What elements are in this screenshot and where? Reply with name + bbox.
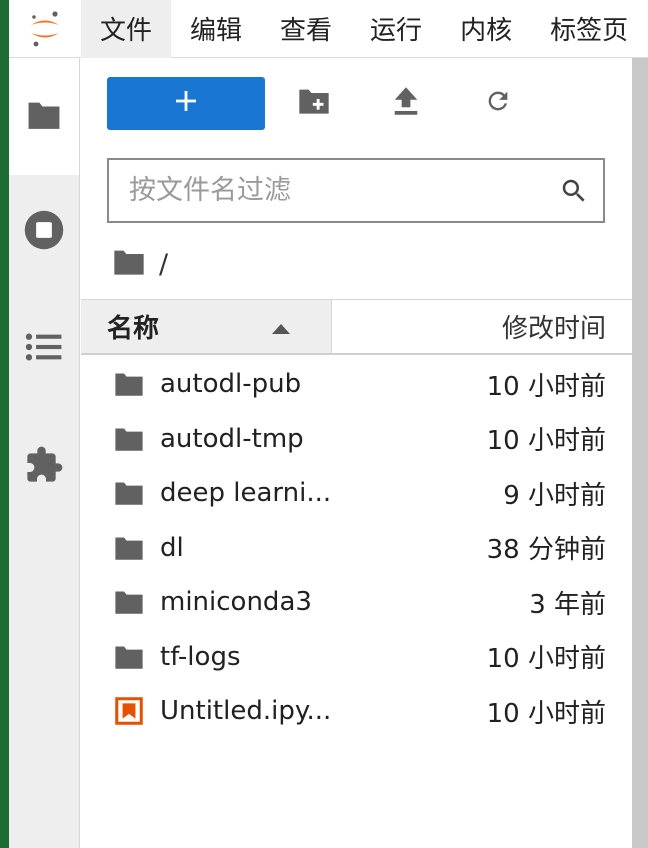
filter-input[interactable] bbox=[109, 160, 545, 221]
modified-column-header[interactable]: 修改时间 bbox=[332, 300, 632, 353]
table-row[interactable]: tf-logs 10 小时前 bbox=[81, 630, 632, 685]
file-name: autodl-pub bbox=[160, 369, 302, 400]
filter-box bbox=[107, 158, 605, 223]
menu-edit[interactable]: 编辑 bbox=[171, 0, 261, 58]
sidebar-extensions-button[interactable] bbox=[9, 438, 79, 496]
file-modified: 3 年前 bbox=[529, 589, 606, 620]
stop-circle-icon bbox=[23, 209, 65, 255]
folder-icon bbox=[113, 423, 145, 455]
jupyterlab-window: 文件 编辑 查看 运行 内核 标签页 按文件名过滤 / 名称 修改时间 auto… bbox=[0, 0, 648, 848]
puzzle-extension-icon bbox=[24, 445, 64, 489]
file-name: miniconda3 bbox=[160, 587, 312, 618]
refresh-button[interactable] bbox=[452, 77, 544, 130]
table-row[interactable]: autodl-pub 10 小时前 bbox=[81, 357, 632, 412]
file-browser-toolbar bbox=[107, 76, 544, 130]
file-browser-panel: / 名称 修改时间 autodl-pub 10 小时前 autodl-tmp bbox=[81, 58, 632, 848]
upload-icon bbox=[393, 86, 419, 120]
file-modified: 10 小时前 bbox=[486, 698, 606, 729]
menu-tabs[interactable]: 标签页 bbox=[531, 0, 647, 58]
folder-icon bbox=[113, 532, 145, 564]
name-column-header[interactable]: 名称 bbox=[81, 300, 332, 353]
table-row[interactable]: miniconda3 3 年前 bbox=[81, 575, 632, 630]
menu-run[interactable]: 运行 bbox=[351, 0, 441, 58]
file-name: Untitled.ipy... bbox=[160, 696, 332, 727]
file-list: autodl-pub 10 小时前 autodl-tmp 10 小时前 deep… bbox=[81, 357, 632, 739]
new-folder-icon bbox=[298, 87, 330, 119]
file-modified: 9 小时前 bbox=[503, 480, 606, 511]
new-folder-button[interactable] bbox=[268, 77, 360, 130]
window-edge bbox=[0, 0, 9, 848]
file-modified: 10 小时前 bbox=[486, 426, 606, 457]
refresh-icon bbox=[484, 87, 512, 119]
table-row[interactable]: dl 38 分钟前 bbox=[81, 521, 632, 576]
folder-icon bbox=[113, 641, 145, 673]
menubar: 文件 编辑 查看 运行 内核 标签页 bbox=[9, 0, 648, 58]
home-folder-icon[interactable] bbox=[113, 248, 145, 280]
panel-scrollbar[interactable] bbox=[632, 58, 648, 848]
left-activity-bar bbox=[9, 58, 80, 848]
notebook-icon bbox=[113, 695, 145, 727]
folder-icon bbox=[25, 98, 63, 136]
file-name: autodl-tmp bbox=[160, 423, 304, 454]
file-list-header: 名称 修改时间 bbox=[81, 299, 632, 355]
sort-ascending-icon bbox=[271, 312, 291, 342]
modified-column-label: 修改时间 bbox=[501, 314, 606, 344]
file-modified: 10 小时前 bbox=[486, 371, 606, 402]
table-row[interactable]: autodl-tmp 10 小时前 bbox=[81, 412, 632, 467]
upload-button[interactable] bbox=[360, 77, 452, 130]
menu-kernel[interactable]: 内核 bbox=[441, 0, 531, 58]
menu-view[interactable]: 查看 bbox=[261, 0, 351, 58]
menu-file[interactable]: 文件 bbox=[81, 0, 172, 58]
plus-icon bbox=[175, 90, 197, 116]
breadcrumb-path[interactable]: / bbox=[159, 249, 168, 280]
sidebar-file-browser-button[interactable] bbox=[9, 58, 79, 175]
search-icon bbox=[545, 160, 603, 221]
sidebar-toc-button[interactable] bbox=[9, 320, 79, 378]
table-row[interactable]: deep learni... 9 小时前 bbox=[81, 466, 632, 521]
table-row[interactable]: Untitled.ipy... 10 小时前 bbox=[81, 684, 632, 739]
name-column-label: 名称 bbox=[107, 314, 160, 344]
folder-icon bbox=[113, 368, 145, 400]
sidebar-running-button[interactable] bbox=[9, 203, 79, 261]
file-modified: 38 分钟前 bbox=[486, 535, 606, 566]
file-name: dl bbox=[160, 532, 184, 563]
file-name: deep learni... bbox=[160, 478, 332, 509]
file-modified: 10 小时前 bbox=[486, 644, 606, 675]
file-name: tf-logs bbox=[160, 641, 241, 672]
jupyter-logo-icon[interactable] bbox=[9, 0, 81, 58]
new-launcher-button[interactable] bbox=[107, 76, 265, 130]
folder-icon bbox=[113, 586, 145, 618]
folder-icon bbox=[113, 477, 145, 509]
list-icon bbox=[25, 332, 63, 366]
breadcrumb: / bbox=[113, 244, 168, 284]
